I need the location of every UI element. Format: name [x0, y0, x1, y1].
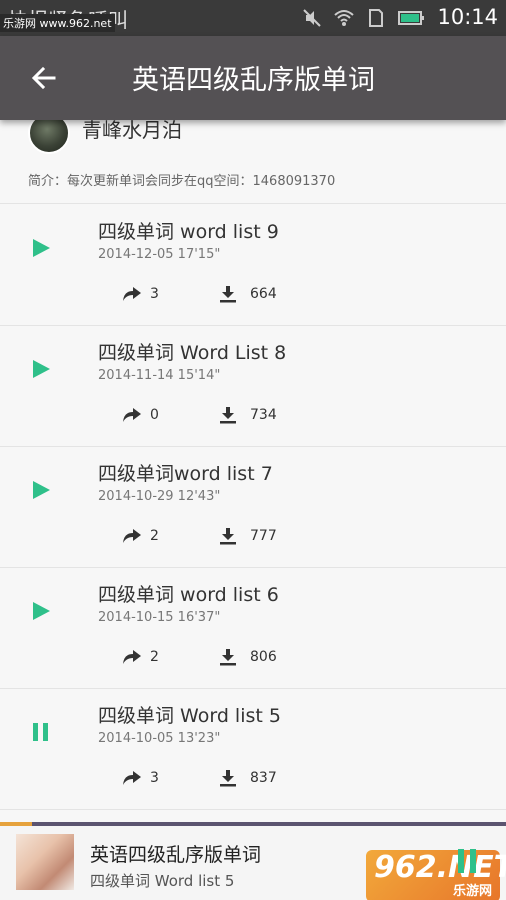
share-stat[interactable]: 2	[122, 648, 159, 666]
status-icons	[302, 8, 426, 28]
track-title[interactable]: 四级单词 word list 9	[98, 217, 279, 244]
share-count: 3	[150, 286, 159, 302]
track-item[interactable]: 四级单词 word list 6 2014-10-15 16'37" 2 806	[0, 568, 506, 689]
share-count: 0	[150, 407, 159, 423]
track-list: 四级单词 word list 9 2014-12-05 17'15" 3 664…	[0, 205, 506, 810]
app-bar: 英语四级乱序版单词	[0, 36, 506, 120]
download-stat[interactable]: 837	[218, 769, 277, 787]
share-stat[interactable]: 3	[122, 285, 159, 303]
play-icon[interactable]	[30, 479, 52, 501]
share-icon	[123, 771, 141, 785]
track-item[interactable]: 四级单词 word list 9 2014-12-05 17'15" 3 664	[0, 205, 506, 326]
pause-icon[interactable]	[30, 721, 52, 743]
download-icon	[220, 286, 236, 303]
player-track-title: 四级单词 Word list 5	[90, 872, 235, 890]
download-icon	[220, 649, 236, 666]
track-item[interactable]: 四级单词 Word List 8 2014-11-14 15'14" 0 734	[0, 326, 506, 447]
mini-player[interactable]: 英语四级乱序版单词 四级单词 Word list 5 962.NET 乐游网	[0, 822, 506, 900]
track-item[interactable]: 四级单词word list 7 2014-10-29 12'43" 2 777	[0, 447, 506, 568]
track-title[interactable]: 四级单词word list 7	[98, 459, 273, 486]
wifi-icon	[334, 10, 354, 26]
download-stat[interactable]: 777	[218, 527, 277, 545]
player-album-title: 英语四级乱序版单词	[90, 844, 262, 866]
album-header: 青峰水月泊 简介：每次更新单词会同步在qq空间：1468091370	[0, 112, 506, 204]
share-icon	[123, 650, 141, 664]
watermark-small: 乐游网	[452, 884, 492, 899]
download-count: 806	[250, 649, 277, 665]
watermark-label: 乐游网 www.962.net	[0, 14, 115, 32]
track-meta: 2014-11-14 15'14"	[98, 368, 221, 383]
share-icon	[123, 287, 141, 301]
playback-progress	[0, 822, 32, 826]
share-count: 2	[150, 649, 159, 665]
share-stat[interactable]: 2	[122, 527, 159, 545]
track-title[interactable]: 四级单词 Word list 5	[98, 701, 281, 728]
track-title[interactable]: 四级单词 Word List 8	[98, 338, 286, 365]
download-stat[interactable]: 734	[218, 406, 277, 424]
play-icon[interactable]	[30, 600, 52, 622]
download-icon	[220, 770, 236, 787]
share-count: 3	[150, 770, 159, 786]
share-stat[interactable]: 3	[122, 769, 159, 787]
clock: 10:14	[437, 5, 498, 29]
track-title[interactable]: 四级单词 word list 6	[98, 580, 279, 607]
download-icon	[220, 528, 236, 545]
share-icon	[123, 408, 141, 422]
download-count: 664	[250, 286, 277, 302]
track-meta: 2014-10-29 12'43"	[98, 489, 221, 504]
share-stat[interactable]: 0	[122, 406, 159, 424]
album-cover[interactable]	[16, 834, 74, 890]
share-count: 2	[150, 528, 159, 544]
download-count: 837	[250, 770, 277, 786]
download-stat[interactable]: 664	[218, 285, 277, 303]
download-count: 734	[250, 407, 277, 423]
album-intro: 简介：每次更新单词会同步在qq空间：1468091370	[28, 174, 336, 189]
battery-icon	[398, 11, 424, 25]
download-stat[interactable]: 806	[218, 648, 277, 666]
pause-icon[interactable]	[452, 846, 482, 876]
back-arrow-icon[interactable]	[30, 64, 58, 92]
track-meta: 2014-10-05 13'23"	[98, 731, 221, 746]
download-icon	[220, 407, 236, 424]
share-icon	[123, 529, 141, 543]
play-icon[interactable]	[30, 237, 52, 259]
download-count: 777	[250, 528, 277, 544]
page-title: 英语四级乱序版单词	[132, 65, 375, 96]
sim-icon	[369, 9, 383, 27]
play-icon[interactable]	[30, 358, 52, 380]
track-meta: 2014-10-15 16'37"	[98, 610, 221, 625]
track-meta: 2014-12-05 17'15"	[98, 247, 221, 262]
mute-icon	[303, 9, 321, 27]
track-item[interactable]: 四级单词 Word list 5 2014-10-05 13'23" 3 837	[0, 689, 506, 810]
status-bar: 快报紧急呼叫 乐游网 www.962.net 10:14	[0, 0, 506, 36]
